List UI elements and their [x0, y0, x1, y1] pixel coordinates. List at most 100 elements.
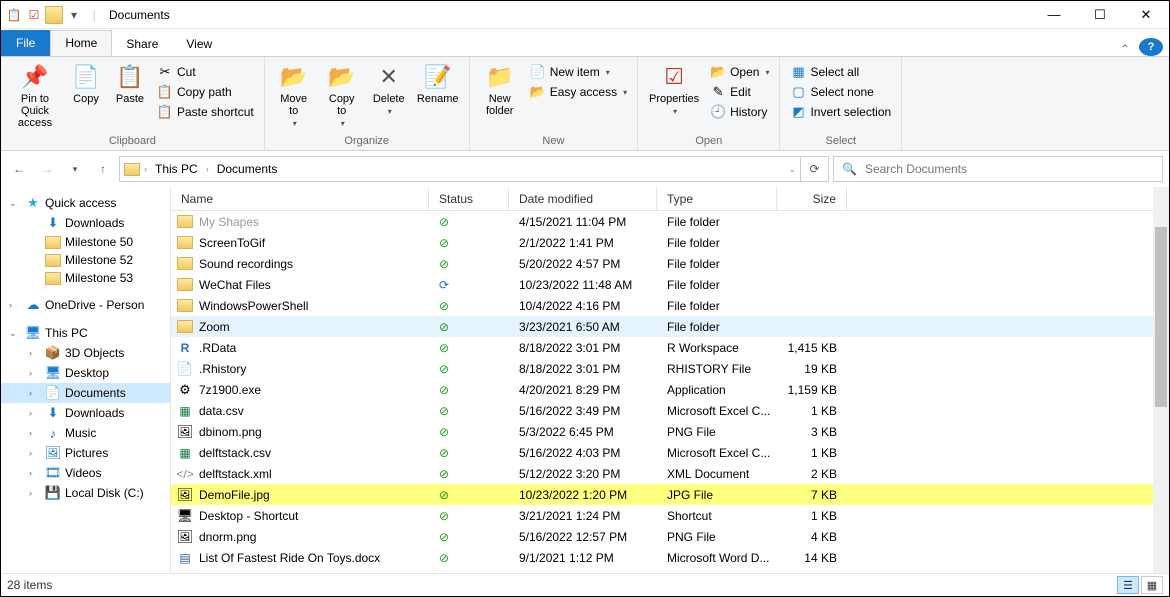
cut-button[interactable]: ✂Cut: [153, 63, 258, 81]
large-icons-view-button[interactable]: ▦: [1141, 576, 1163, 594]
file-row[interactable]: </>delftstack.xml⊘5/12/2022 3:20 PMXML D…: [171, 463, 1169, 484]
pictures-icon: 🖼: [45, 445, 61, 461]
rename-button[interactable]: 📝Rename: [413, 59, 463, 109]
file-row[interactable]: R.RData⊘8/18/2022 3:01 PMR Workspace1,41…: [171, 337, 1169, 358]
file-icon: 📄: [177, 361, 193, 377]
tab-view[interactable]: View: [172, 32, 226, 56]
file-row[interactable]: WindowsPowerShell⊘10/4/2022 4:16 PMFile …: [171, 295, 1169, 316]
file-type: File folder: [657, 236, 777, 250]
file-row[interactable]: ScreenToGif⊘2/1/2022 1:41 PMFile folder: [171, 232, 1169, 253]
sidebar-this-pc[interactable]: ⌄🖥This PC: [1, 323, 170, 343]
file-row[interactable]: My Shapes⊘4/15/2021 11:04 PMFile folder: [171, 211, 1169, 232]
sidebar-local-disk[interactable]: ›💾Local Disk (C:): [1, 483, 170, 503]
file-size: 4 KB: [777, 530, 847, 544]
new-item-button[interactable]: 📄New item▾: [526, 63, 631, 81]
copy-to-button[interactable]: 📂Copy to▾: [319, 59, 365, 132]
sidebar-3d-objects[interactable]: ›📦3D Objects: [1, 343, 170, 363]
paste-shortcut-button[interactable]: 📋Paste shortcut: [153, 103, 258, 121]
up-button[interactable]: ↑: [91, 157, 115, 181]
qat-dropdown-icon[interactable]: ▾: [65, 6, 83, 24]
pin-to-quick-access-button[interactable]: 📌Pin to Quick access: [7, 59, 63, 133]
sidebar-videos[interactable]: ›🎞Videos: [1, 463, 170, 483]
sidebar-music[interactable]: ›♪Music: [1, 423, 170, 443]
sidebar-documents[interactable]: ›📄Documents: [1, 383, 170, 403]
sidebar-milestone52[interactable]: Milestone 52: [1, 251, 170, 269]
copy-button[interactable]: 📄Copy: [65, 59, 107, 109]
copy-path-button[interactable]: 📋Copy path: [153, 83, 258, 101]
pin-icon: 📌: [19, 63, 51, 91]
file-row[interactable]: 🖥Desktop - Shortcut⊘3/21/2021 1:24 PMSho…: [171, 505, 1169, 526]
search-box[interactable]: 🔍: [833, 156, 1163, 182]
sidebar-quick-access[interactable]: ⌄★Quick access: [1, 193, 170, 213]
minimize-button[interactable]: —: [1031, 1, 1077, 29]
invert-selection-button[interactable]: ◩Invert selection: [786, 103, 895, 121]
sidebar-desktop[interactable]: ›🖥Desktop: [1, 363, 170, 383]
select-all-button[interactable]: ▦Select all: [786, 63, 895, 81]
open-button[interactable]: 📂Open▾: [706, 63, 773, 81]
help-button[interactable]: ?: [1139, 38, 1163, 56]
move-to-button[interactable]: 📂Move to▾: [271, 59, 317, 132]
tab-file[interactable]: File: [1, 30, 50, 56]
details-view-button[interactable]: ☰: [1117, 576, 1139, 594]
chevron-down-icon[interactable]: ⌄: [788, 164, 796, 175]
file-row[interactable]: ▤List Of Fastest Ride On Toys.docx⊘9/1/2…: [171, 547, 1169, 568]
file-type: PNG File: [657, 530, 777, 544]
col-status[interactable]: Status: [429, 187, 509, 210]
file-icon: R: [177, 340, 193, 356]
file-row[interactable]: 🖼dnorm.png⊘5/16/2022 12:57 PMPNG File4 K…: [171, 526, 1169, 547]
breadcrumb-bar[interactable]: › This PC › Documents ⌄: [119, 156, 801, 182]
delete-button[interactable]: ✕Delete▾: [367, 59, 411, 120]
tab-share[interactable]: Share: [112, 32, 172, 56]
file-row[interactable]: ▦delftstack.csv⊘5/16/2022 4:03 PMMicroso…: [171, 442, 1169, 463]
sidebar-milestone50[interactable]: Milestone 50: [1, 233, 170, 251]
file-row[interactable]: Sound recordings⊘5/20/2022 4:57 PMFile f…: [171, 253, 1169, 274]
chevron-right-icon[interactable]: ›: [144, 164, 147, 174]
file-type: Microsoft Word D...: [657, 551, 777, 565]
refresh-button[interactable]: ⟳: [801, 156, 829, 182]
col-size[interactable]: Size: [777, 187, 847, 210]
sidebar-downloads[interactable]: ⬇Downloads: [1, 213, 170, 233]
sidebar-onedrive[interactable]: ›☁OneDrive - Person: [1, 295, 170, 315]
chevron-right-icon[interactable]: ›: [206, 164, 209, 174]
tab-home[interactable]: Home: [50, 30, 112, 56]
file-row[interactable]: 🖼DemoFile.jpg⊘10/23/2022 1:20 PMJPG File…: [171, 484, 1169, 505]
back-button[interactable]: ←: [7, 157, 31, 181]
properties-button[interactable]: ☑Properties▾: [644, 59, 704, 120]
group-open: ☑Properties▾ 📂Open▾ ✎Edit 🕘History Open: [638, 57, 780, 150]
easy-access-button[interactable]: 📂Easy access▾: [526, 83, 631, 101]
col-name[interactable]: Name: [171, 187, 429, 210]
file-date: 3/21/2021 1:24 PM: [509, 509, 657, 523]
col-type[interactable]: Type: [657, 187, 777, 210]
col-date[interactable]: Date modified: [509, 187, 657, 210]
select-none-button[interactable]: ▢Select none: [786, 83, 895, 101]
close-button[interactable]: ✕: [1123, 1, 1169, 29]
file-row[interactable]: 📄.Rhistory⊘8/18/2022 3:01 PMRHISTORY Fil…: [171, 358, 1169, 379]
file-status: ⊘: [429, 236, 509, 250]
file-row[interactable]: Zoom⊘3/23/2021 6:50 AMFile folder: [171, 316, 1169, 337]
collapse-ribbon-icon[interactable]: ⌃: [1111, 42, 1139, 56]
maximize-button[interactable]: ☐: [1077, 1, 1123, 29]
file-row[interactable]: WeChat Files⟳10/23/2022 11:48 AMFile fol…: [171, 274, 1169, 295]
breadcrumb-this-pc[interactable]: This PC: [151, 160, 202, 178]
sidebar-downloads2[interactable]: ›⬇Downloads: [1, 403, 170, 423]
move-to-icon: 📂: [278, 63, 310, 91]
search-input[interactable]: [865, 162, 1154, 176]
file-row[interactable]: 🖼dbinom.png⊘5/3/2022 6:45 PMPNG File3 KB: [171, 421, 1169, 442]
file-row[interactable]: ⚙7z1900.exe⊘4/20/2021 8:29 PMApplication…: [171, 379, 1169, 400]
breadcrumb-documents[interactable]: Documents: [213, 160, 282, 178]
file-size: 1,415 KB: [777, 341, 847, 355]
sidebar-milestone53[interactable]: Milestone 53: [1, 269, 170, 287]
paste-button[interactable]: 📋Paste: [109, 59, 151, 109]
qat-properties-icon[interactable]: 📋: [5, 6, 23, 24]
file-row[interactable]: ▦data.csv⊘5/16/2022 3:49 PMMicrosoft Exc…: [171, 400, 1169, 421]
recent-dropdown[interactable]: ▾: [63, 157, 87, 181]
scrollbar[interactable]: [1153, 187, 1169, 573]
file-type: Shortcut: [657, 509, 777, 523]
qat-check-icon[interactable]: ☑: [25, 6, 43, 24]
history-button[interactable]: 🕘History: [706, 103, 773, 121]
new-folder-button[interactable]: 📁New folder: [476, 59, 524, 121]
sidebar-pictures[interactable]: ›🖼Pictures: [1, 443, 170, 463]
group-label: Clipboard: [7, 133, 258, 150]
forward-button[interactable]: →: [35, 157, 59, 181]
edit-button[interactable]: ✎Edit: [706, 83, 773, 101]
